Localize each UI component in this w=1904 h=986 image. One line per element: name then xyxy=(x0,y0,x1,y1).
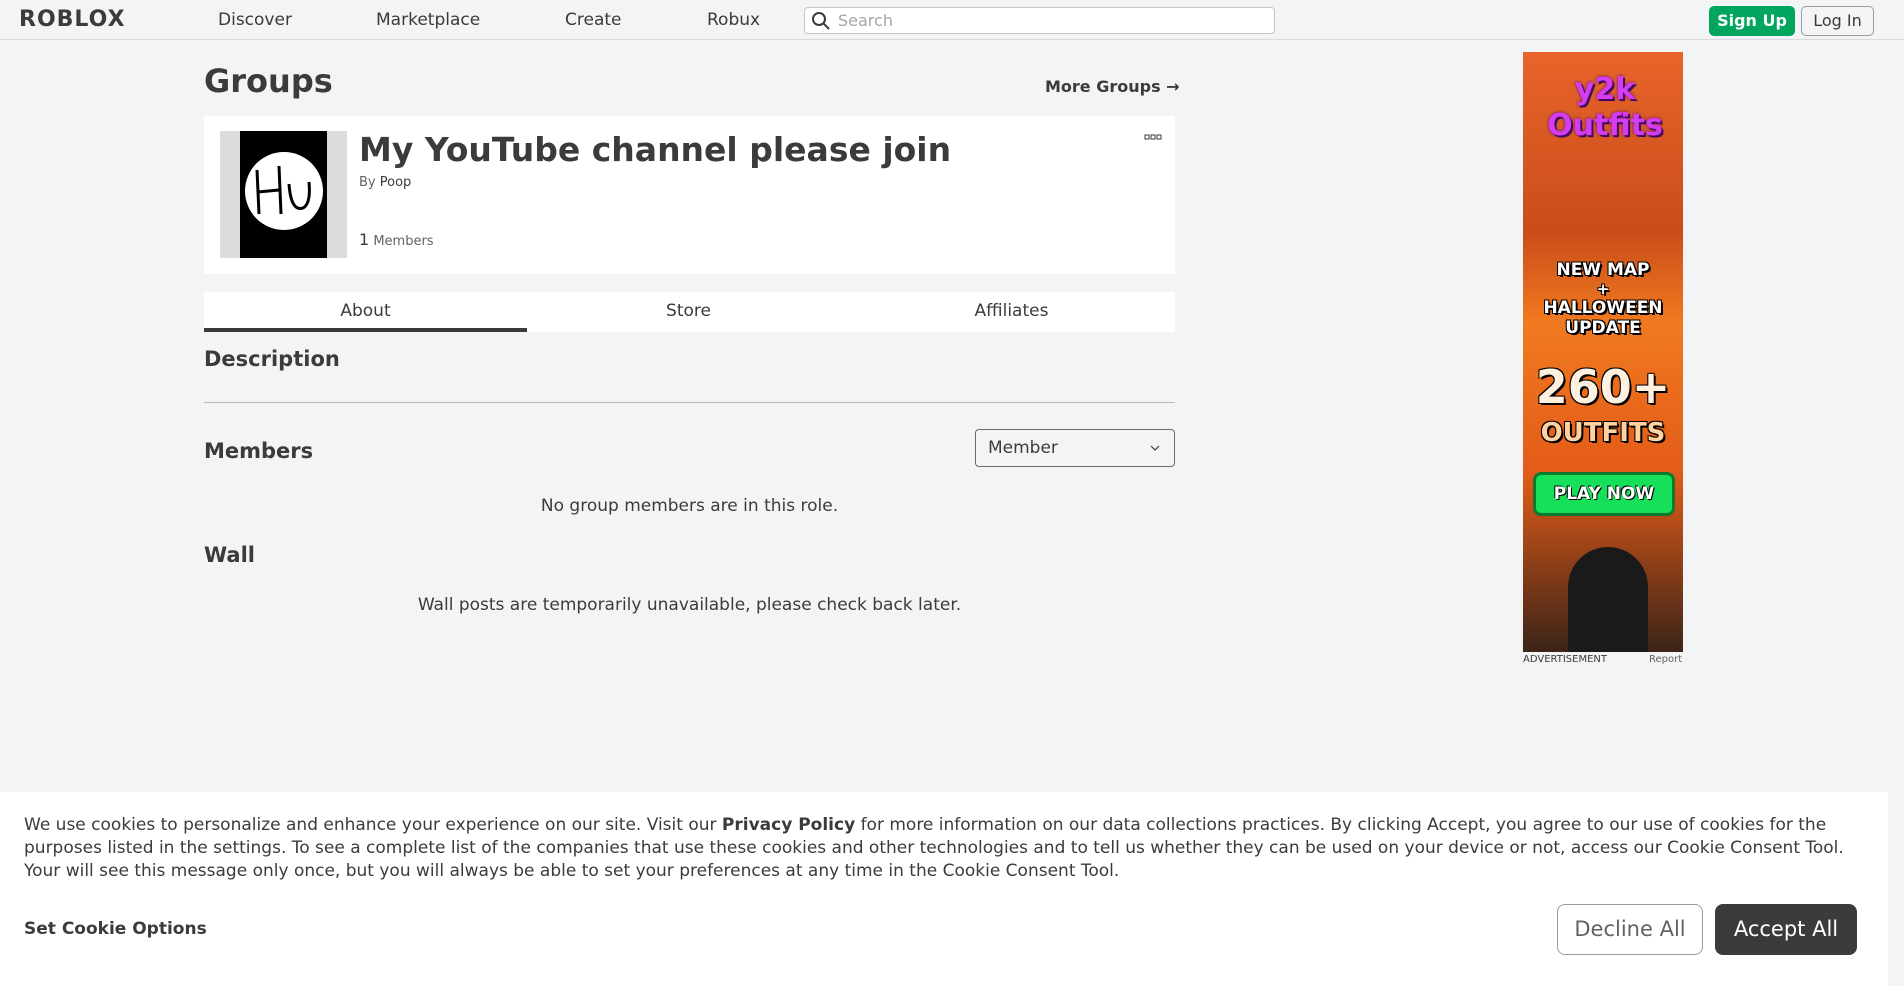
tab-about[interactable]: About xyxy=(204,292,527,332)
top-navigation-bar: ROBLOX Discover Marketplace Create Robux… xyxy=(0,0,1904,40)
group-header-card: My YouTube channel please join By Poop 1… xyxy=(204,116,1175,274)
member-count-label: Members xyxy=(373,234,434,249)
roblox-logo[interactable]: ROBLOX xyxy=(19,7,126,32)
role-select-dropdown[interactable]: Member xyxy=(975,429,1175,467)
ad-brand-logo: y2k Outfits xyxy=(1547,72,1663,143)
section-divider xyxy=(204,402,1175,403)
cookie-consent-banner: We use cookies to personalize and enhanc… xyxy=(0,792,1888,986)
more-groups-link[interactable]: More Groups → xyxy=(1045,77,1180,96)
group-member-count: 1 Members xyxy=(359,230,434,249)
group-tabs: About Store Affiliates xyxy=(204,292,1175,332)
wall-title: Wall xyxy=(204,543,255,567)
group-name: My YouTube channel please join xyxy=(359,130,952,169)
ad-line-halloween: HALLOWEEN xyxy=(1543,298,1663,318)
search-input[interactable] xyxy=(838,10,1258,31)
search-box xyxy=(804,7,1275,34)
group-emblem-circle xyxy=(245,152,323,230)
ad-outfits-label: OUTFITS xyxy=(1540,418,1666,448)
nav-create[interactable]: Create xyxy=(565,10,622,30)
privacy-policy-link[interactable]: Privacy Policy xyxy=(722,815,855,835)
ad-character-image xyxy=(1568,547,1648,652)
nav-marketplace[interactable]: Marketplace xyxy=(376,10,480,30)
wall-empty-message: Wall posts are temporarily unavailable, … xyxy=(417,595,962,615)
group-owner-link[interactable]: Poop xyxy=(380,175,412,190)
cookie-message: We use cookies to personalize and enhanc… xyxy=(24,814,1874,883)
log-in-button[interactable]: Log In xyxy=(1801,6,1874,36)
sign-up-button[interactable]: Sign Up xyxy=(1709,6,1795,36)
ad-line-new-map: NEW MAP xyxy=(1556,260,1650,280)
tab-affiliates[interactable]: Affiliates xyxy=(850,292,1173,332)
decline-all-button[interactable]: Decline All xyxy=(1557,904,1703,955)
cookie-text-before: We use cookies to personalize and enhanc… xyxy=(24,815,722,835)
member-count-value: 1 xyxy=(359,230,370,249)
group-emblem xyxy=(220,131,347,258)
advertisement-label: ADVERTISEMENT xyxy=(1523,654,1608,665)
chevron-down-icon xyxy=(1150,445,1160,451)
ad-line-plus: + xyxy=(1596,280,1610,298)
nav-robux[interactable]: Robux xyxy=(707,10,760,30)
ad-outfit-count: 260+ xyxy=(1535,360,1671,414)
ad-play-now-button[interactable]: PLAY NOW xyxy=(1533,472,1675,516)
page-title: Groups xyxy=(204,62,333,100)
group-owner-line: By Poop xyxy=(359,175,411,190)
by-prefix: By xyxy=(359,175,376,190)
role-select-value: Member xyxy=(988,438,1058,458)
accept-all-button[interactable]: Accept All xyxy=(1715,904,1857,955)
set-cookie-options-link[interactable]: Set Cookie Options xyxy=(24,919,207,939)
search-icon[interactable] xyxy=(811,11,831,31)
emblem-drawing xyxy=(255,165,311,215)
description-title: Description xyxy=(204,347,340,371)
ad-line-update: UPDATE xyxy=(1565,318,1641,338)
more-options-icon[interactable] xyxy=(1144,133,1162,141)
ad-report-link[interactable]: Report xyxy=(1649,654,1682,665)
members-title: Members xyxy=(204,439,314,463)
nav-discover[interactable]: Discover xyxy=(218,10,292,30)
advertisement-banner[interactable]: y2k Outfits NEW MAP + HALLOWEEN UPDATE 2… xyxy=(1523,52,1683,652)
tab-store[interactable]: Store xyxy=(527,292,850,332)
members-empty-message: No group members are in this role. xyxy=(540,496,839,516)
